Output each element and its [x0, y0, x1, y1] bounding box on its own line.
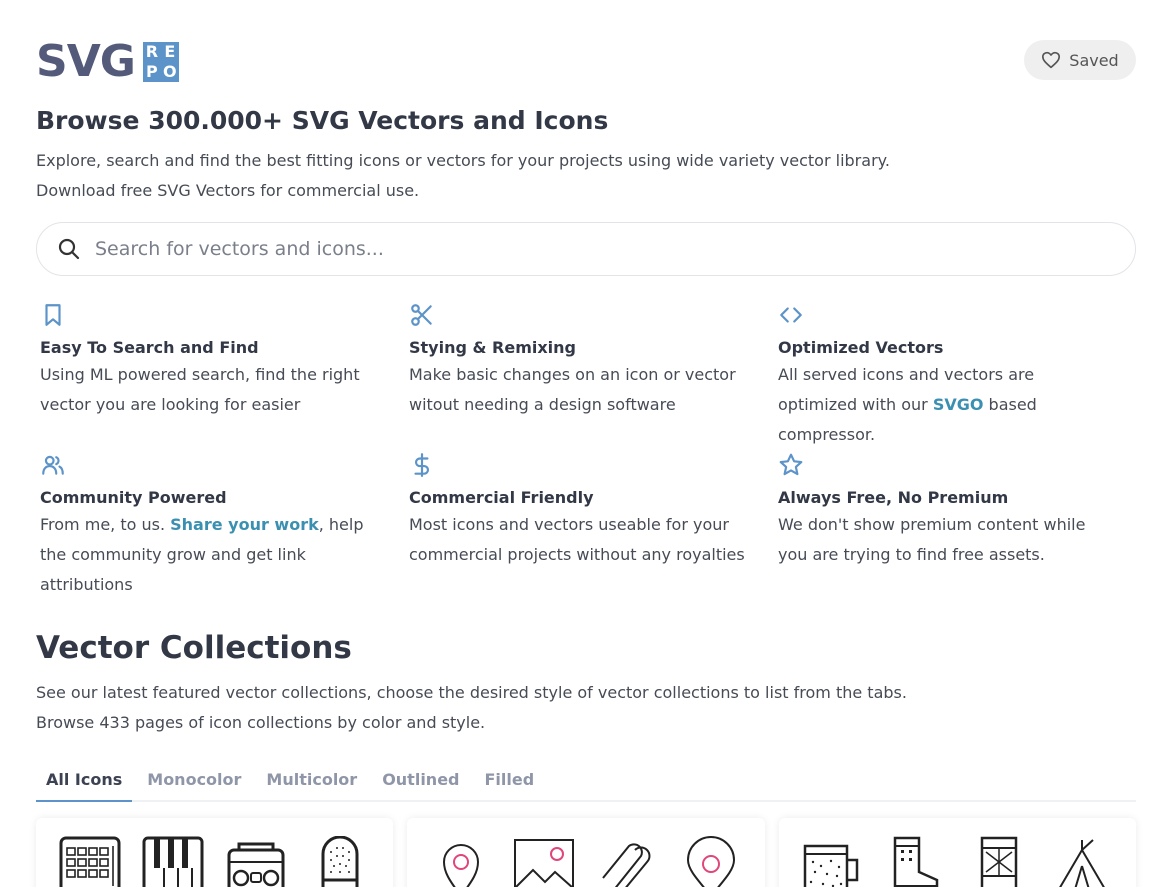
hero-description: Explore, search and find the best fittin… — [36, 151, 890, 200]
radio-icon — [227, 842, 285, 887]
location-pin-icon — [686, 836, 735, 887]
tab-multicolor[interactable]: Multicolor — [256, 762, 367, 802]
heart-icon — [1042, 51, 1061, 69]
feature-free: Always Free, No Premium We don't show pr… — [778, 448, 1140, 572]
search-icon — [58, 238, 80, 260]
feature-community: Community Powered From me, to us. Share … — [40, 448, 409, 594]
feature-title: Easy To Search and Find — [40, 338, 259, 357]
feature-text: Make basic changes on an icon or vector … — [409, 365, 736, 414]
feature-title: Always Free, No Premium — [778, 488, 1009, 507]
collection-card-location[interactable] — [407, 818, 764, 887]
search-bar[interactable] — [36, 222, 1136, 276]
mug-icon — [804, 844, 859, 887]
collection-card-music[interactable] — [36, 818, 393, 887]
users-icon — [42, 455, 64, 475]
feature-text: We don't show premium content while you … — [778, 515, 1086, 564]
scissors-icon — [411, 304, 432, 326]
saved-button[interactable]: Saved — [1024, 40, 1136, 80]
tab-outlined[interactable]: Outlined — [372, 762, 469, 802]
feature-commercial: Commercial Friendly Most icons and vecto… — [409, 448, 778, 572]
piano-icon — [142, 836, 204, 887]
star-icon — [779, 453, 803, 476]
collections-description: See our latest featured vector collectio… — [36, 683, 907, 732]
collection-tabs: All Icons Monocolor Multicolor Outlined … — [36, 762, 1136, 802]
drum-machine-icon — [59, 836, 121, 887]
collection-cards — [36, 818, 1136, 887]
feature-title: Stying & Remixing — [409, 338, 576, 357]
page-title: Browse 300.000+ SVG Vectors and Icons — [36, 106, 609, 135]
feature-text: All served icons and vectors are optimiz… — [778, 365, 1037, 444]
feature-text: Most icons and vectors useable for your … — [409, 515, 745, 564]
feature-remixing: Stying & Remixing Make basic changes on … — [409, 298, 778, 422]
map-pin-icon — [442, 844, 479, 887]
feature-title: Community Powered — [40, 488, 227, 507]
header: SVG R E P O Saved — [36, 40, 1136, 84]
features-grid: Easy To Search and Find Using ML powered… — [40, 298, 1140, 594]
feature-text: Using ML powered search, find the right … — [40, 365, 360, 414]
share-work-link[interactable]: Share your work — [170, 515, 319, 534]
boot-icon — [893, 836, 938, 887]
bookmark-icon — [45, 304, 61, 326]
feature-optimized: Optimized Vectors All served icons and v… — [778, 298, 1140, 444]
image-icon — [514, 839, 575, 887]
search-input[interactable] — [95, 238, 1055, 260]
feature-text: From me, to us. Share your work, help th… — [40, 515, 364, 594]
feature-title: Optimized Vectors — [778, 338, 944, 357]
microphone-icon — [321, 836, 359, 887]
logo-wordmark: SVG — [36, 36, 136, 87]
svgo-link[interactable]: SVGO — [933, 395, 984, 414]
lantern-icon — [980, 836, 1018, 887]
logo[interactable]: SVG R E P O — [36, 40, 179, 84]
tab-all-icons[interactable]: All Icons — [36, 762, 133, 802]
tab-monocolor[interactable]: Monocolor — [137, 762, 251, 802]
dollar-icon — [414, 453, 430, 477]
feature-title: Commercial Friendly — [409, 488, 594, 507]
saved-label: Saved — [1069, 50, 1119, 70]
code-icon — [780, 307, 802, 323]
paperclip-icon — [601, 843, 651, 887]
collections-title: Vector Collections — [36, 630, 352, 666]
tab-filled[interactable]: Filled — [475, 762, 545, 802]
collection-card-outdoor[interactable] — [779, 818, 1136, 887]
tent-icon — [1059, 839, 1106, 887]
feature-search: Easy To Search and Find Using ML powered… — [40, 298, 409, 422]
logo-badge: R E P O — [142, 42, 179, 82]
